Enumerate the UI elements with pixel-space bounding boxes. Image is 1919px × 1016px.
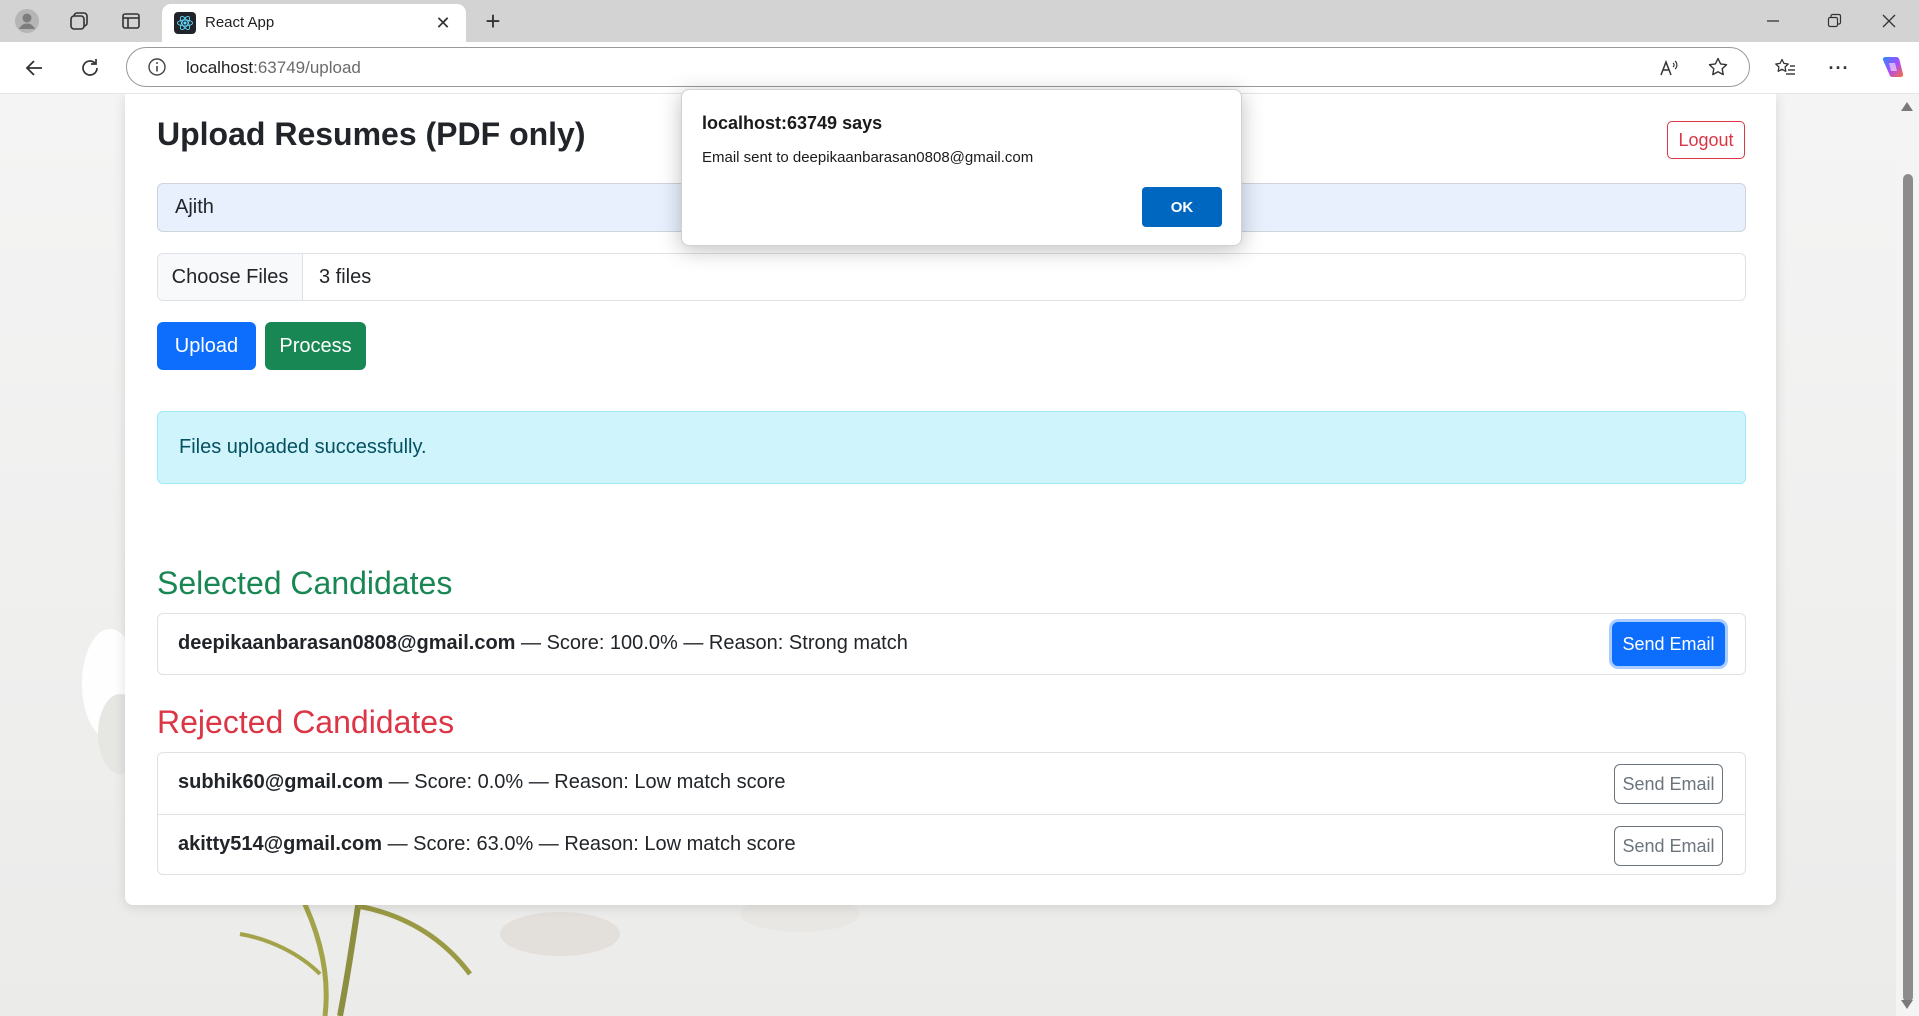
favorites-icon[interactable]	[1770, 54, 1800, 82]
browser-toolbar: localhost:63749/upload ···	[0, 42, 1919, 94]
more-options-icon[interactable]: ···	[1824, 54, 1854, 82]
choose-files-button[interactable]: Choose Files	[158, 254, 303, 300]
restore-icon[interactable]	[1819, 8, 1849, 34]
tab-close-icon[interactable]: ✕	[430, 10, 456, 36]
info-icon[interactable]	[147, 57, 167, 82]
upload-button[interactable]: Upload	[157, 322, 256, 370]
upload-success-alert: Files uploaded successfully.	[157, 411, 1746, 484]
candidate-email: akitty514@gmail.com	[178, 833, 383, 855]
workspaces-icon[interactable]	[64, 8, 94, 34]
candidate-details: — Score: 0.0% — Reason: Low match score	[383, 771, 786, 793]
tab-title: React App	[205, 14, 275, 31]
list-item: subhik60@gmail.com — Score: 0.0% — Reaso…	[158, 753, 1745, 814]
scroll-down-icon[interactable]	[1901, 1000, 1913, 1009]
close-window-icon[interactable]	[1874, 8, 1904, 34]
browser-tab-strip: React App ✕ +	[0, 0, 1919, 42]
url-text[interactable]: localhost:63749/upload	[186, 58, 361, 78]
react-favicon-icon	[174, 12, 196, 34]
scroll-thumb[interactable]	[1903, 174, 1913, 1002]
candidate-email: deepikaanbarasan0808@gmail.com	[178, 632, 516, 654]
dialog-ok-button[interactable]: OK	[1142, 187, 1222, 227]
page-scrollbar[interactable]	[1896, 94, 1919, 1016]
tab-actions-icon[interactable]	[116, 8, 146, 34]
send-email-button[interactable]: Send Email	[1614, 764, 1723, 804]
candidate-info: subhik60@gmail.com — Score: 0.0% — Reaso…	[178, 771, 786, 794]
tab-react-app[interactable]: React App ✕	[162, 4, 466, 42]
candidate-info: deepikaanbarasan0808@gmail.com — Score: …	[178, 632, 908, 655]
address-bar[interactable]: localhost:63749/upload	[126, 47, 1750, 87]
file-count-text: 3 files	[319, 266, 372, 288]
minimize-icon[interactable]	[1758, 8, 1788, 34]
file-input[interactable]: Choose Files 3 files	[157, 253, 1746, 301]
copilot-icon[interactable]	[1878, 52, 1908, 82]
candidate-details: — Score: 100.0% — Reason: Strong match	[515, 632, 908, 654]
dialog-message: Email sent to deepikaanbarasan0808@gmail…	[702, 149, 1034, 166]
candidate-info: akitty514@gmail.com — Score: 63.0% — Rea…	[178, 833, 796, 856]
scroll-up-icon[interactable]	[1901, 102, 1913, 111]
dialog-title: localhost:63749 says	[702, 113, 883, 133]
read-aloud-icon[interactable]	[1658, 57, 1680, 84]
selected-candidates-list: deepikaanbarasan0808@gmail.com — Score: …	[157, 613, 1746, 675]
list-item: deepikaanbarasan0808@gmail.com — Score: …	[158, 614, 1745, 675]
rejected-candidates-list: subhik60@gmail.com — Score: 0.0% — Reaso…	[157, 752, 1746, 875]
page-title: Upload Resumes (PDF only)	[157, 116, 586, 152]
new-tab-button[interactable]: +	[478, 6, 508, 36]
send-email-button[interactable]: Send Email	[1612, 622, 1725, 666]
refresh-icon[interactable]	[75, 54, 105, 82]
alert-dialog: localhost:63749 says Email sent to deepi…	[681, 89, 1242, 246]
list-item: akitty514@gmail.com — Score: 63.0% — Rea…	[158, 814, 1745, 875]
send-email-button[interactable]: Send Email	[1614, 826, 1723, 866]
back-icon[interactable]	[20, 54, 50, 82]
profile-icon[interactable]	[12, 8, 42, 34]
candidate-email: subhik60@gmail.com	[178, 771, 384, 793]
candidate-details: — Score: 63.0% — Reason: Low match score	[382, 833, 796, 855]
favorite-star-icon[interactable]	[1707, 56, 1729, 83]
logout-button[interactable]: Logout	[1667, 121, 1745, 159]
selected-candidates-heading: Selected Candidates	[157, 565, 453, 601]
process-button[interactable]: Process	[265, 322, 366, 370]
rejected-candidates-heading: Rejected Candidates	[157, 704, 455, 740]
